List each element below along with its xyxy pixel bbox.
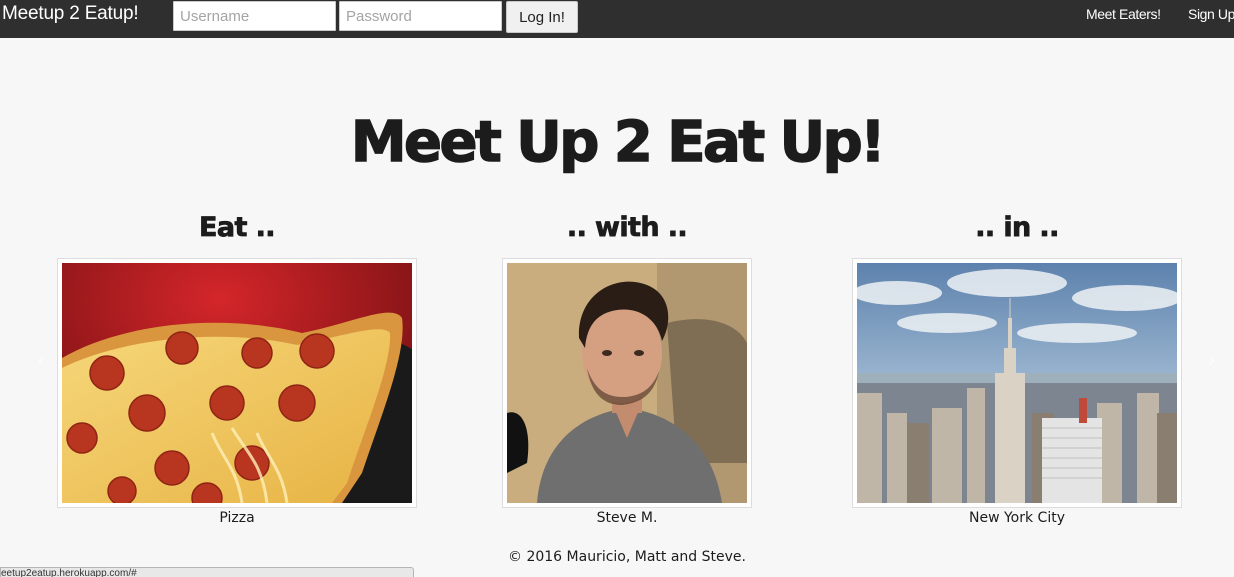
person-image bbox=[507, 263, 747, 503]
sign-up-link[interactable]: Sign Up bbox=[1188, 6, 1234, 22]
with-heading: .. with .. bbox=[566, 212, 689, 244]
page-title: Meet Up 2 Eat Up! bbox=[350, 109, 886, 176]
city-image bbox=[857, 263, 1177, 503]
meet-eaters-link[interactable]: Meet Eaters! bbox=[1086, 6, 1161, 22]
brand-link[interactable]: Meetup 2 Eatup! bbox=[2, 3, 139, 25]
person-card[interactable] bbox=[502, 258, 752, 508]
password-input[interactable] bbox=[339, 1, 502, 31]
pizza-caption: Pizza bbox=[219, 510, 255, 526]
city-card[interactable] bbox=[852, 258, 1182, 508]
pizza-card[interactable] bbox=[57, 258, 417, 508]
login-button[interactable]: Log In! bbox=[506, 1, 578, 33]
navbar: Meetup 2 Eatup! Log In! Meet Eaters! Sig… bbox=[0, 0, 1234, 38]
browser-status-bar: eetup2eatup.herokuapp.com/# bbox=[0, 567, 414, 577]
in-heading: .. in .. bbox=[975, 212, 1060, 244]
footer-copyright: © 2016 Mauricio, Matt and Steve. bbox=[508, 549, 746, 565]
pizza-image bbox=[62, 263, 412, 503]
person-caption: Steve M. bbox=[596, 510, 658, 526]
city-caption: New York City bbox=[969, 510, 1065, 526]
chevron-left-icon[interactable]: ‹ bbox=[31, 350, 51, 371]
username-input[interactable] bbox=[173, 1, 336, 31]
chevron-right-icon[interactable]: › bbox=[1202, 350, 1222, 371]
eat-heading: Eat .. bbox=[199, 212, 276, 244]
